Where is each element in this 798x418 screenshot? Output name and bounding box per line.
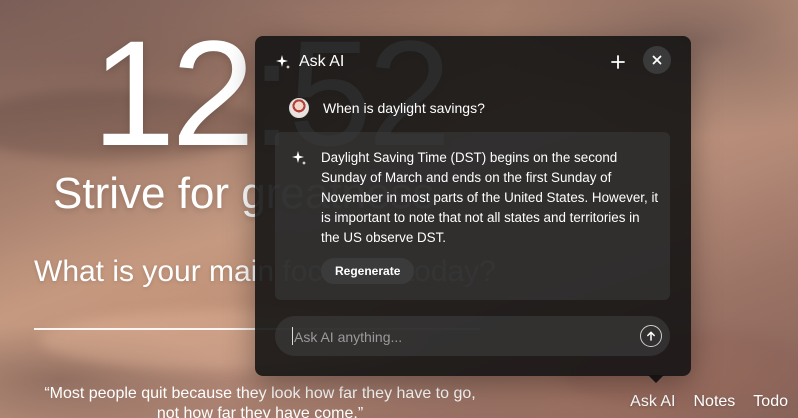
new-chat-button[interactable]	[607, 51, 629, 73]
send-button[interactable]	[640, 325, 662, 347]
bottom-nav: Ask AI Notes Todo	[630, 393, 788, 411]
ai-answer-card: Daylight Saving Time (DST) begins on the…	[275, 132, 670, 300]
user-message: When is daylight savings?	[323, 100, 485, 116]
nav-notes[interactable]: Notes	[694, 393, 736, 411]
panel-title: Ask AI	[299, 53, 345, 70]
close-icon	[652, 55, 662, 65]
ask-ai-panel: Ask AI When is daylight savings? Dayligh…	[255, 36, 691, 376]
nav-todo[interactable]: Todo	[753, 393, 788, 411]
regenerate-button[interactable]: Regenerate	[321, 258, 415, 284]
panel-header: Ask AI	[275, 46, 675, 76]
panel-pointer	[648, 375, 664, 383]
user-message-row: When is daylight savings?	[289, 98, 485, 118]
close-button[interactable]	[643, 46, 671, 74]
ask-ai-input-box	[275, 316, 670, 358]
text-caret	[292, 327, 293, 345]
sparkle-icon	[292, 151, 306, 165]
arrow-up-icon	[647, 331, 655, 341]
sparkle-icon	[276, 55, 290, 69]
ask-ai-input[interactable]	[292, 316, 626, 358]
plus-icon	[611, 55, 625, 69]
quote: “Most people quit because they look how …	[44, 385, 476, 418]
avatar	[289, 98, 309, 118]
ai-answer-text: Daylight Saving Time (DST) begins on the…	[321, 150, 659, 245]
desktop-background: 12:52 Strive for greatness What is your …	[0, 0, 798, 418]
nav-ask-ai[interactable]: Ask AI	[630, 393, 675, 411]
